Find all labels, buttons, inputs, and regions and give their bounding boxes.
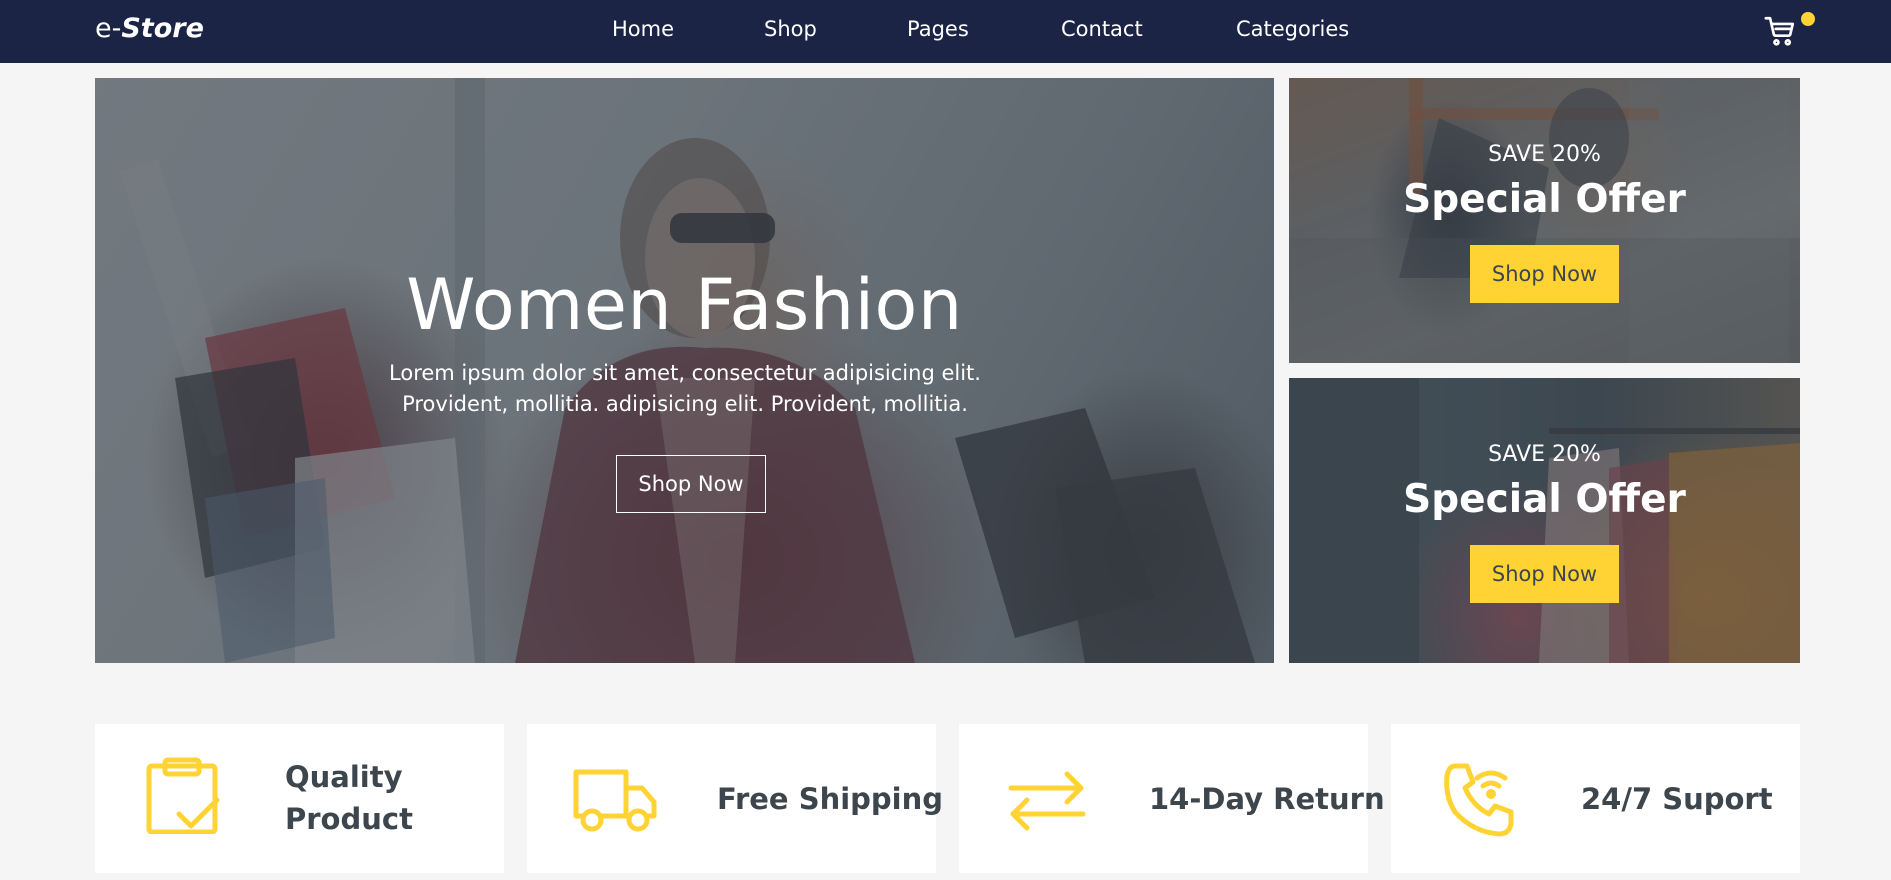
nav-item-pages[interactable]: Pages bbox=[907, 16, 969, 42]
offer-title-2: Special Offer bbox=[1403, 477, 1686, 522]
offer-shop-now-button-1[interactable]: Shop Now bbox=[1470, 245, 1619, 303]
offer-card-1: SAVE 20% Special Offer Shop Now bbox=[1289, 78, 1800, 363]
top-navbar: e-Store Home Shop Pages Contact Categori… bbox=[0, 0, 1891, 63]
phone-wifi-icon bbox=[1443, 762, 1517, 842]
nav-item-home[interactable]: Home bbox=[612, 16, 674, 42]
hero-shop-now-button[interactable]: Shop Now bbox=[616, 455, 766, 513]
truck-icon bbox=[572, 768, 658, 836]
offer-save-text-1: SAVE 20% bbox=[1488, 142, 1601, 167]
clipboard-check-icon bbox=[145, 756, 223, 838]
brand-name: Store bbox=[121, 13, 204, 44]
offer-content-1: SAVE 20% Special Offer Shop Now bbox=[1289, 78, 1800, 363]
offer-shop-now-button-2[interactable]: Shop Now bbox=[1470, 545, 1619, 603]
cart-badge bbox=[1801, 12, 1815, 26]
feature-label-support: 24/7 Suport bbox=[1581, 782, 1773, 816]
hero-banner: Women Fashion Lorem ipsum dolor sit amet… bbox=[95, 78, 1274, 663]
feature-card-return: 14-Day Return bbox=[959, 724, 1385, 873]
feature-card-support: 24/7 Suport bbox=[1391, 724, 1800, 873]
hero-title: Women Fashion bbox=[406, 264, 963, 346]
hero-content: Women Fashion Lorem ipsum dolor sit amet… bbox=[95, 78, 1274, 663]
offer-save-text-2: SAVE 20% bbox=[1488, 442, 1601, 467]
feature-label-quality: Quality Product bbox=[285, 760, 413, 836]
exchange-arrows-icon bbox=[1007, 768, 1087, 838]
hero-text: Lorem ipsum dolor sit amet, consectetur … bbox=[389, 361, 981, 416]
offer-title-1: Special Offer bbox=[1403, 177, 1686, 222]
feature-card-quality: Quality Product bbox=[95, 724, 504, 873]
nav-item-shop[interactable]: Shop bbox=[764, 16, 817, 42]
cart-icon[interactable] bbox=[1763, 14, 1797, 48]
nav-item-contact[interactable]: Contact bbox=[1061, 16, 1143, 42]
nav-item-categories[interactable]: Categories bbox=[1236, 16, 1349, 42]
offer-content-2: SAVE 20% Special Offer Shop Now bbox=[1289, 378, 1800, 663]
feature-label-return: 14-Day Return bbox=[1149, 782, 1385, 816]
feature-label-shipping: Free Shipping bbox=[717, 782, 944, 816]
brand-prefix: e- bbox=[95, 13, 122, 44]
feature-card-shipping: Free Shipping bbox=[527, 724, 943, 873]
brand-logo[interactable]: e-Store bbox=[95, 12, 204, 46]
offer-card-2: SAVE 20% Special Offer Shop Now bbox=[1289, 378, 1800, 663]
